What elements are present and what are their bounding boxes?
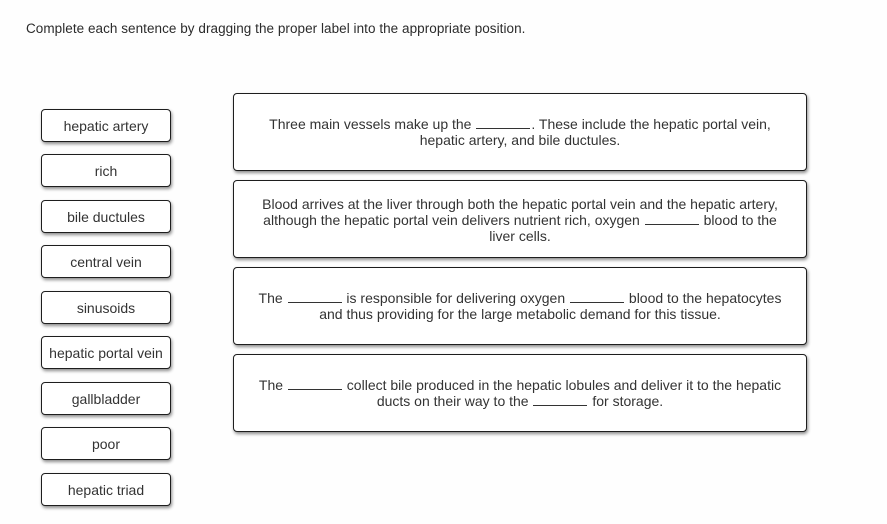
sentence-box-4: The collect bile produced in the hepatic… (233, 354, 807, 432)
draggable-label[interactable]: central vein (41, 245, 171, 278)
sentence-text: Blood arrives at the liver through both … (250, 196, 790, 244)
drop-target-blank[interactable] (476, 117, 531, 129)
sentence-text: The collect bile produced in the hepatic… (250, 377, 790, 409)
drop-target-blank[interactable] (570, 291, 625, 303)
drop-target-blank[interactable] (644, 213, 699, 225)
drop-target-blank[interactable] (287, 291, 342, 303)
sentence-text: The is responsible for delivering oxygen… (250, 290, 790, 322)
sentence-fragment: The (258, 290, 287, 306)
sentence-fragment: The (258, 377, 287, 393)
sentence-fragment: for storage. (588, 393, 664, 409)
draggable-label[interactable]: poor (41, 427, 171, 460)
drop-target-blank[interactable] (533, 394, 588, 406)
sentence-fragment: Three main vessels make up the (269, 116, 476, 132)
draggable-label[interactable]: hepatic triad (41, 473, 171, 506)
draggable-label[interactable]: hepatic artery (41, 109, 171, 142)
sentence-box-3: The is responsible for delivering oxygen… (233, 267, 807, 345)
draggable-label[interactable]: rich (41, 154, 171, 187)
instructions-text: Complete each sentence by dragging the p… (26, 21, 526, 36)
drop-target-blank[interactable] (287, 378, 342, 390)
sentence-text: Three main vessels make up the . These i… (250, 116, 790, 148)
sentence-box-2: Blood arrives at the liver through both … (233, 180, 807, 258)
draggable-label[interactable]: bile ductules (41, 200, 171, 233)
sentence-box-1: Three main vessels make up the . These i… (233, 93, 807, 171)
draggable-label[interactable]: hepatic portal vein (41, 336, 171, 369)
draggable-label[interactable]: gallbladder (41, 382, 171, 415)
draggable-label[interactable]: sinusoids (41, 291, 171, 324)
sentence-fragment: is responsible for delivering oxygen (342, 290, 570, 306)
